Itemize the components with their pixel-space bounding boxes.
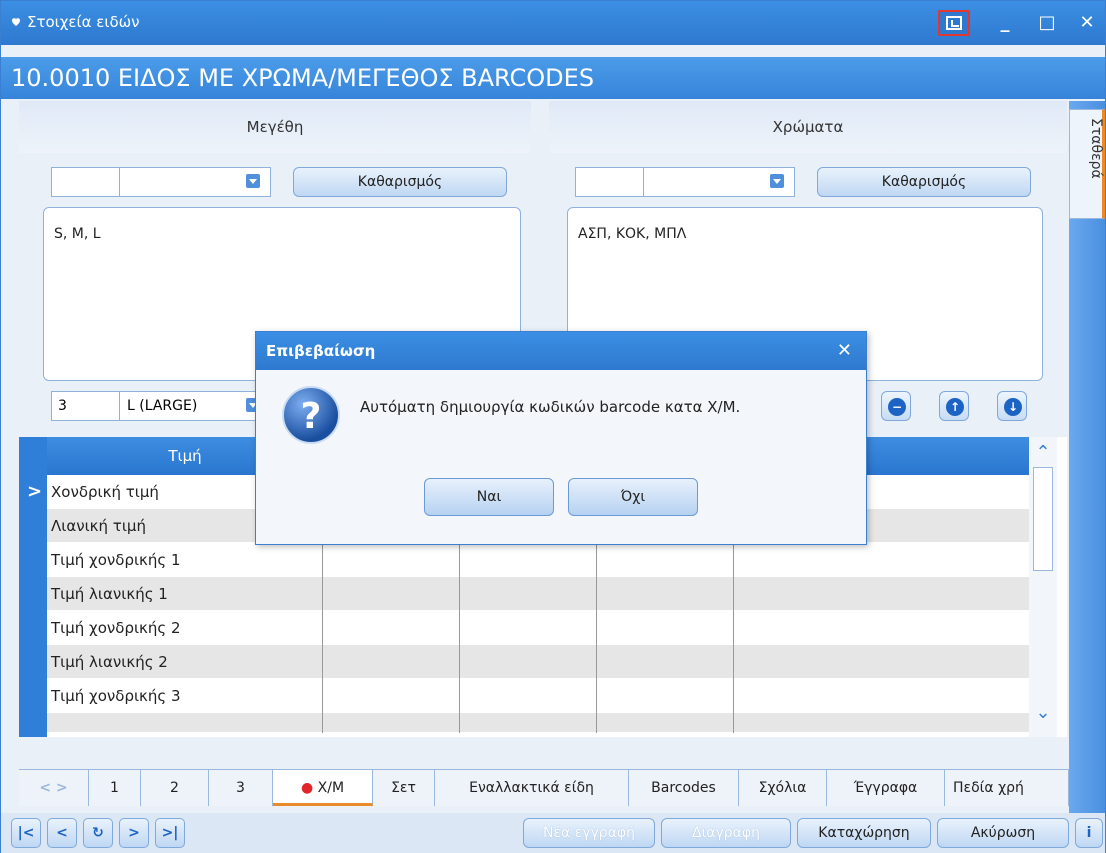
- sizes-combo[interactable]: [51, 167, 271, 197]
- side-tab-label: Σταθερά: [1088, 118, 1104, 179]
- table-row[interactable]: Τιμή χονδρικής 2: [47, 611, 1037, 645]
- info-button[interactable]: i: [1075, 818, 1103, 848]
- table-row[interactable]: Τιμή λιανικής 1: [47, 577, 1037, 611]
- tab-barcodes[interactable]: Barcodes: [629, 770, 739, 806]
- detach-window-button[interactable]: [938, 10, 970, 36]
- colors-combo[interactable]: [575, 167, 795, 197]
- first-record-button[interactable]: |<: [11, 818, 41, 848]
- tab-documents[interactable]: Έγγραφα: [827, 770, 945, 806]
- tab-color-size[interactable]: ● Χ/Μ: [273, 770, 373, 806]
- sizes-combo-code: [52, 168, 120, 196]
- table-row[interactable]: Τιμή χονδρικής 1: [47, 543, 1037, 577]
- title-bar: Στοιχεία ειδών _ □ ✕: [1, 1, 1105, 45]
- dialog-close-icon[interactable]: ✕: [837, 332, 852, 370]
- table-row[interactable]: Τιμή χονδρικής 3: [47, 679, 1037, 713]
- side-tab-fixed[interactable]: Σταθερά: [1069, 109, 1105, 219]
- yes-button[interactable]: Ναι: [424, 478, 554, 516]
- tab-user-fields[interactable]: Πεδία χρή: [945, 770, 1069, 806]
- tab-set[interactable]: Σετ: [373, 770, 435, 806]
- minus-icon: −: [888, 398, 906, 416]
- last-record-button[interactable]: >|: [155, 818, 185, 848]
- sizes-header: Μεγέθη: [19, 101, 531, 153]
- tab-bar: < > 1 2 3 ● Χ/Μ Σετ Εναλλακτικά είδη Bar…: [19, 769, 1069, 806]
- minimize-button[interactable]: _: [989, 10, 1021, 36]
- modified-dot-icon: ●: [300, 780, 318, 796]
- sizes-current-code: 3: [52, 392, 120, 420]
- save-button[interactable]: Καταχώρηση: [797, 818, 931, 848]
- cancel-button[interactable]: Ακύρωση: [937, 818, 1069, 848]
- refresh-button[interactable]: ↻: [83, 818, 113, 848]
- tab-scroll-arrows[interactable]: < >: [19, 770, 89, 806]
- item-window: Στοιχεία ειδών _ □ ✕ 10.0010 ΕΙΔΟΣ ΜΕ ΧΡ…: [0, 0, 1106, 853]
- tab-alternative-items[interactable]: Εναλλακτικά είδη: [435, 770, 629, 806]
- dialog-title: Επιβεβαίωση: [256, 332, 866, 370]
- chevron-down-icon[interactable]: [246, 174, 260, 188]
- window-title: Στοιχεία ειδών: [27, 13, 140, 31]
- tab-3[interactable]: 3: [209, 770, 273, 806]
- colors-header: Χρώματα: [549, 101, 1067, 153]
- tab-1[interactable]: 1: [89, 770, 141, 806]
- table-row[interactable]: [47, 713, 1037, 733]
- previous-record-button[interactable]: <: [47, 818, 77, 848]
- tab-comments[interactable]: Σχόλια: [739, 770, 827, 806]
- next-record-button[interactable]: >: [119, 818, 149, 848]
- grid-scrollbar[interactable]: ⌃ ⌄: [1029, 437, 1057, 737]
- colors-clear-button[interactable]: Καθαρισμός: [817, 167, 1031, 197]
- move-down-button[interactable]: ↓: [997, 391, 1027, 421]
- confirm-dialog: Επιβεβαίωση ✕ ? Αυτόματη δημιουργία κωδι…: [255, 331, 867, 545]
- chevron-down-icon[interactable]: ⌄: [1035, 704, 1051, 722]
- dialog-message: Αυτόματη δημιουργία κωδικών barcode κατα…: [360, 398, 741, 416]
- tab-2[interactable]: 2: [141, 770, 209, 806]
- close-window-button[interactable]: ✕: [1071, 10, 1103, 36]
- scroll-thumb[interactable]: [1033, 467, 1053, 571]
- move-up-button[interactable]: ↑: [939, 391, 969, 421]
- new-record-button[interactable]: Νέα εγγραφή: [523, 818, 655, 848]
- arrow-down-icon: ↓: [1004, 398, 1022, 416]
- delete-button[interactable]: Διαγραφή: [661, 818, 791, 848]
- side-tab-strip: Σταθερά: [1069, 101, 1105, 823]
- sizes-current-combo[interactable]: 3 L (LARGE): [51, 391, 271, 421]
- sizes-clear-button[interactable]: Καθαρισμός: [293, 167, 507, 197]
- app-bullet-icon: [12, 18, 20, 26]
- current-row-icon: >: [27, 481, 43, 502]
- item-title: 10.0010 ΕΙΔΟΣ ΜΕ ΧΡΩΜΑ/ΜΕΓΕΘΟΣ BARCODES: [1, 57, 1105, 99]
- chevron-down-icon[interactable]: [770, 174, 784, 188]
- colors-combo-code: [576, 168, 644, 196]
- maximize-button[interactable]: □: [1031, 10, 1063, 36]
- question-icon: ?: [282, 386, 340, 444]
- detach-icon: [946, 16, 962, 30]
- arrow-up-icon: ↑: [946, 398, 964, 416]
- chevron-up-icon[interactable]: ⌃: [1035, 444, 1051, 462]
- no-button[interactable]: Όχι: [568, 478, 698, 516]
- tab-color-size-label: Χ/Μ: [317, 780, 345, 796]
- remove-color-button[interactable]: −: [881, 391, 911, 421]
- table-row[interactable]: Τιμή λιανικής 2: [47, 645, 1037, 679]
